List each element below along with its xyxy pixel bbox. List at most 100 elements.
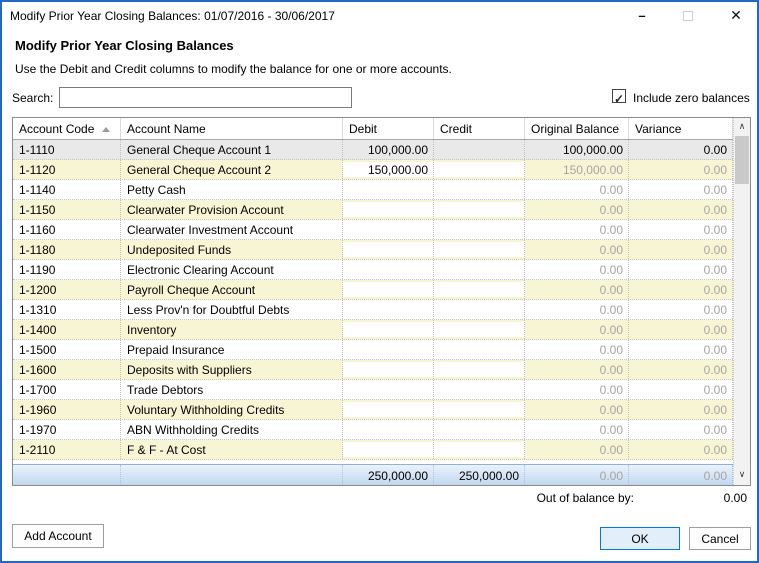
cell-credit[interactable] xyxy=(434,260,525,279)
cell-variance: 0.00 xyxy=(629,420,733,439)
cell-credit[interactable] xyxy=(434,320,525,339)
cell-credit[interactable] xyxy=(434,220,525,239)
cell-account-code: 1-1310 xyxy=(13,300,121,319)
cell-debit[interactable] xyxy=(343,320,434,339)
table-row[interactable]: 1-1140Petty Cash0.000.00 xyxy=(13,180,733,200)
totals-spacer xyxy=(13,465,121,485)
scrollbar-thumb[interactable] xyxy=(735,136,749,184)
cell-account-code: 1-1600 xyxy=(13,360,121,379)
add-account-button[interactable]: Add Account xyxy=(12,524,104,548)
cell-account-code: 1-1500 xyxy=(13,340,121,359)
cancel-button[interactable]: Cancel xyxy=(689,527,751,550)
totals-spacer xyxy=(121,465,343,485)
cell-credit[interactable] xyxy=(434,440,525,459)
cell-credit[interactable] xyxy=(434,380,525,399)
maximize-button[interactable] xyxy=(673,2,703,30)
cell-account-name: Electronic Clearing Account xyxy=(121,260,343,279)
cell-original-balance: 0.00 xyxy=(525,440,629,459)
page-subtitle: Use the Debit and Credit columns to modi… xyxy=(15,62,452,76)
vertical-scrollbar[interactable]: ∧ ∨ xyxy=(733,118,750,485)
cell-variance: 0.00 xyxy=(629,200,733,219)
cell-account-code: 1-1110 xyxy=(13,140,121,159)
search-label: Search: xyxy=(12,91,53,105)
close-button[interactable]: ✕ xyxy=(721,2,751,30)
table-row[interactable]: 1-2110F & F - At Cost0.000.00 xyxy=(13,440,733,460)
cell-credit[interactable] xyxy=(434,200,525,219)
cell-debit[interactable] xyxy=(343,380,434,399)
cell-original-balance: 0.00 xyxy=(525,180,629,199)
cell-debit[interactable]: 150,000.00 xyxy=(343,160,434,179)
table-row[interactable]: 1-1200Payroll Cheque Account0.000.00 xyxy=(13,280,733,300)
cell-original-balance: 150,000.00 xyxy=(525,160,629,179)
column-header-debit[interactable]: Debit xyxy=(343,118,434,139)
cell-original-balance: 0.00 xyxy=(525,340,629,359)
cell-variance: 0.00 xyxy=(629,380,733,399)
scrollbar-down-icon[interactable]: ∨ xyxy=(734,466,750,483)
table-row[interactable]: 1-1160Clearwater Investment Account0.000… xyxy=(13,220,733,240)
table-row[interactable]: 1-1960Voluntary Withholding Credits0.000… xyxy=(13,400,733,420)
cell-debit[interactable] xyxy=(343,360,434,379)
cell-debit[interactable] xyxy=(343,180,434,199)
dialog-window: Modify Prior Year Closing Balances: 01/0… xyxy=(0,0,759,563)
totals-variance: 0.00 xyxy=(629,465,733,485)
cell-account-code: 1-1960 xyxy=(13,400,121,419)
cell-original-balance: 100,000.00 xyxy=(525,140,629,159)
cell-credit[interactable] xyxy=(434,420,525,439)
table-row[interactable]: 1-1120General Cheque Account 2150,000.00… xyxy=(13,160,733,180)
cell-account-code: 1-2110 xyxy=(13,440,121,459)
totals-credit: 250,000.00 xyxy=(434,465,525,485)
out-of-balance-value: 0.00 xyxy=(642,491,747,505)
cell-credit[interactable] xyxy=(434,140,525,159)
cell-original-balance: 0.00 xyxy=(525,320,629,339)
column-header-account-name[interactable]: Account Name xyxy=(121,118,343,139)
cell-account-code: 1-1150 xyxy=(13,200,121,219)
cell-credit[interactable] xyxy=(434,400,525,419)
table-row[interactable]: 1-1190Electronic Clearing Account0.000.0… xyxy=(13,260,733,280)
column-header-account-code[interactable]: Account Code xyxy=(13,118,121,139)
cell-debit[interactable] xyxy=(343,240,434,259)
cell-credit[interactable] xyxy=(434,180,525,199)
cell-credit[interactable] xyxy=(434,280,525,299)
table-row[interactable]: 1-1970ABN Withholding Credits0.000.00 xyxy=(13,420,733,440)
cell-original-balance: 0.00 xyxy=(525,420,629,439)
include-zero-checkbox[interactable]: ✓ xyxy=(612,89,626,103)
search-input[interactable] xyxy=(59,87,352,108)
cell-debit[interactable] xyxy=(343,220,434,239)
cell-credit[interactable] xyxy=(434,360,525,379)
table-row[interactable]: 1-1150Clearwater Provision Account0.000.… xyxy=(13,200,733,220)
cell-original-balance: 0.00 xyxy=(525,200,629,219)
cell-debit[interactable] xyxy=(343,400,434,419)
cell-account-name: Clearwater Investment Account xyxy=(121,220,343,239)
cell-debit[interactable] xyxy=(343,300,434,319)
column-header-original-balance[interactable]: Original Balance xyxy=(525,118,629,139)
table-row[interactable]: 1-1400Inventory0.000.00 xyxy=(13,320,733,340)
cell-variance: 0.00 xyxy=(629,140,733,159)
cell-debit[interactable] xyxy=(343,420,434,439)
column-header-credit[interactable]: Credit xyxy=(434,118,525,139)
cell-debit[interactable] xyxy=(343,340,434,359)
table-row[interactable]: 1-1310Less Prov'n for Doubtful Debts0.00… xyxy=(13,300,733,320)
table-row[interactable]: 1-1180Undeposited Funds0.000.00 xyxy=(13,240,733,260)
table-row[interactable]: 1-1110General Cheque Account 1100,000.00… xyxy=(13,140,733,160)
cell-debit[interactable] xyxy=(343,260,434,279)
cell-credit[interactable] xyxy=(434,300,525,319)
minimize-button[interactable]: – xyxy=(627,2,657,30)
cell-variance: 0.00 xyxy=(629,340,733,359)
cell-debit[interactable]: 100,000.00 xyxy=(343,140,434,159)
ok-button[interactable]: OK xyxy=(600,527,680,550)
include-zero-label: Include zero balances xyxy=(633,91,750,105)
cell-variance: 0.00 xyxy=(629,260,733,279)
table-row[interactable]: 1-1500Prepaid Insurance0.000.00 xyxy=(13,340,733,360)
cell-debit[interactable] xyxy=(343,280,434,299)
cell-account-name: Petty Cash xyxy=(121,180,343,199)
cell-variance: 0.00 xyxy=(629,440,733,459)
table-row[interactable]: 1-1600Deposits with Suppliers0.000.00 xyxy=(13,360,733,380)
cell-credit[interactable] xyxy=(434,240,525,259)
column-header-variance[interactable]: Variance xyxy=(629,118,733,139)
scrollbar-up-icon[interactable]: ∧ xyxy=(734,118,750,135)
table-row[interactable]: 1-1700Trade Debtors0.000.00 xyxy=(13,380,733,400)
cell-debit[interactable] xyxy=(343,440,434,459)
cell-credit[interactable] xyxy=(434,160,525,179)
cell-debit[interactable] xyxy=(343,200,434,219)
cell-credit[interactable] xyxy=(434,340,525,359)
